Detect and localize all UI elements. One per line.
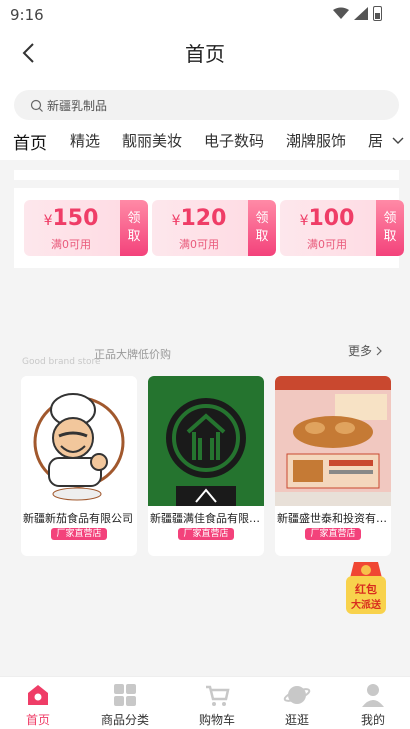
planet-icon: [283, 686, 311, 704]
brand-logo-image: [148, 376, 264, 506]
coupon-card[interactable]: ¥100 满0可用 领取: [280, 200, 404, 256]
status-bar: 9:16: [0, 0, 410, 30]
brand-card[interactable]: 新疆新茄食品有限公司 厂家直营店: [21, 376, 137, 556]
signal-icon: [354, 7, 368, 20]
tab-beauty[interactable]: 靓丽美妆: [122, 130, 182, 151]
tab-featured[interactable]: 精选: [70, 130, 100, 151]
page-title: 首页: [185, 42, 225, 66]
category-tabs: 首页 精选 靓丽美妆 电子数码 潮牌服饰 居: [0, 122, 410, 160]
coupon-condition: 满0可用: [179, 238, 219, 251]
search-icon: [30, 99, 43, 112]
coupon-condition: 满0可用: [307, 238, 347, 251]
brand-badge: 厂家直营店: [51, 528, 107, 540]
coupon-amount: ¥120: [171, 206, 227, 231]
status-icons: [333, 6, 382, 21]
coupon-get-button[interactable]: 领取: [248, 200, 276, 256]
wifi-icon: [333, 7, 349, 19]
brand-card[interactable]: 新疆疆满佳食品有限公司 厂家直营店: [148, 376, 264, 556]
brand-section-header: 正品大牌低价购 Good brand store 更多: [22, 340, 392, 370]
tabbar-label: 我的: [360, 713, 385, 727]
coupon-get-button[interactable]: 领取: [376, 200, 404, 256]
tabbar-label: 购物车: [198, 713, 235, 727]
chevron-right-icon: [376, 346, 382, 355]
brand-badge: 厂家直营店: [305, 528, 361, 540]
coupon-card[interactable]: ¥150 满0可用 领取: [24, 200, 148, 256]
tab-electronics[interactable]: 电子数码: [204, 130, 264, 151]
tabbar-label: 逛逛: [284, 713, 309, 727]
coupon-card[interactable]: ¥120 满0可用 领取: [152, 200, 276, 256]
brand-name: 新疆疆满佳食品有限公司: [150, 512, 262, 525]
brand-name: 新疆新茄食品有限公司: [23, 512, 133, 525]
tabs-expand-button[interactable]: [386, 122, 410, 160]
home-icon: [28, 685, 48, 705]
brand-card[interactable]: 新疆盛世泰和投资有限公司 厂家直营店: [275, 376, 391, 556]
tab-fashion[interactable]: 潮牌服饰: [286, 130, 346, 151]
brand-more-link[interactable]: 更多: [348, 342, 382, 359]
tabbar-category[interactable]: 商品分类: [90, 681, 160, 728]
tab-home-goods[interactable]: 居: [368, 130, 383, 151]
tabbar-cart[interactable]: 购物车: [182, 681, 252, 728]
red-packet-button[interactable]: 红包 大派送: [342, 556, 390, 616]
brand-more-label: 更多: [347, 344, 372, 358]
coupon-condition: 满0可用: [51, 238, 91, 251]
red-packet-line2: 大派送: [351, 598, 382, 611]
red-packet-line1: 红包: [355, 582, 377, 596]
brand-section-subtitle: Good brand store: [22, 357, 101, 367]
tabbar-label: 首页: [25, 713, 50, 727]
tabbar-home[interactable]: 首页: [3, 681, 73, 728]
status-time: 9:16: [10, 6, 44, 24]
brand-badge: 厂家直营店: [178, 528, 234, 540]
category-icon: [114, 684, 136, 706]
nav-bar: 首页: [0, 30, 410, 82]
coupon-panel: ¥150 满0可用 领取 ¥120 满0可用 领取 ¥100 满0可用 领取: [14, 188, 404, 268]
bread-product-image: [275, 376, 391, 506]
chef-logo-image: [21, 376, 137, 506]
brand-name: 新疆盛世泰和投资有限公司: [277, 512, 389, 525]
tabbar-label: 商品分类: [100, 713, 149, 727]
search-placeholder: 新疆乳制品: [47, 98, 108, 113]
chevron-down-icon: [392, 137, 404, 144]
search-area: 新疆乳制品: [0, 82, 410, 122]
coupon-get-button[interactable]: 领取: [120, 200, 148, 256]
brand-section-title: 正品大牌低价购: [94, 348, 171, 361]
banner-strip: [14, 170, 399, 180]
coupon-amount: ¥150: [43, 206, 99, 231]
battery-icon: [373, 6, 382, 21]
tabbar-me[interactable]: 我的: [338, 681, 408, 728]
search-input[interactable]: 新疆乳制品: [14, 90, 399, 120]
coupon-amount: ¥100: [299, 206, 355, 231]
cart-icon: [206, 685, 230, 706]
bottom-tab-bar: 首页 商品分类 购物车 逛逛 我的: [0, 676, 410, 729]
user-icon: [362, 684, 384, 707]
tab-home[interactable]: 首页: [13, 129, 47, 154]
tabbar-explore[interactable]: 逛逛: [262, 681, 332, 728]
